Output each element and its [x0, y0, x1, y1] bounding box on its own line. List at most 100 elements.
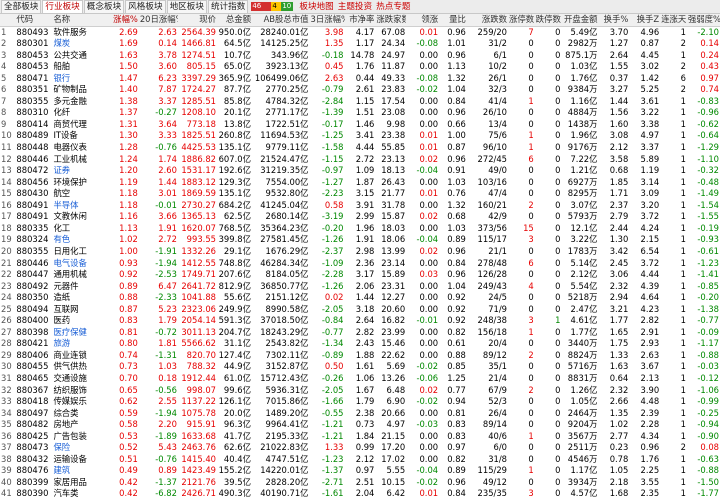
- table-row[interactable]: 37 880473 保险 0.52 5.43 2463.76 62.6亿 21022.83亿 1…: [0, 442, 720, 454]
- table-row[interactable]: 18 880335 化工 1.13 1.91 1620.07 768.5亿 35364.23亿…: [0, 222, 720, 235]
- hot-link-board-map[interactable]: 板块地图: [299, 1, 333, 13]
- table-row[interactable]: 28 880421 旅游 0.80 1.81 5566.62 31.1亿 2543.82亿 -1…: [0, 338, 720, 350]
- table-row[interactable]: 5 880471 银行 1.47 6.23 3397.29 365.9亿 106499.06亿…: [0, 73, 720, 85]
- table-row[interactable]: 40 880399 家居用品 0.42 -1.37 2121.76 39.5亿 2828.20…: [0, 476, 720, 489]
- cell-turnover-z: 5.89: [629, 153, 661, 166]
- cell-up-days: 1: [660, 338, 687, 350]
- table-row[interactable]: 25 880494 互联网 0.87 5.23 2323.06 249.9亿 8990.58亿…: [0, 304, 720, 316]
- cell-row-num: 22: [0, 269, 16, 281]
- table-row[interactable]: 13 880472 证券 1.20 2.60 1531.17 192.6亿 31219.35亿…: [0, 165, 720, 177]
- table-row[interactable]: 36 880425 广告包装 0.53 -1.89 1633.68 41.7亿 2195.33…: [0, 430, 720, 443]
- table-row[interactable]: 7 880355 多元金融 1.38 3.37 1285.51 85.8亿 4784.32亿 -…: [0, 96, 720, 108]
- table-row[interactable]: 33 880418 传媒娱乐 0.62 2.55 1137.22 126.1亿 7015.86…: [0, 396, 720, 408]
- cell-leader: -0.08: [416, 72, 439, 83]
- column-header-pb[interactable]: 市净率: [344, 14, 376, 27]
- column-header-rise-fall[interactable]: 涨跌数: [466, 14, 509, 27]
- cell-market-cap: 15712.43亿: [260, 372, 309, 383]
- table-row[interactable]: 19 880324 有色 1.02 2.72 993.55 399.8亿 27581.45亿 -…: [0, 234, 720, 246]
- tab-all-boards[interactable]: 全部板块: [1, 0, 42, 13]
- tab-industry-boards[interactable]: 行业板块: [42, 0, 83, 13]
- cell-up-days: 1: [660, 430, 687, 443]
- cell-leader: -0.02: [406, 84, 440, 96]
- column-header-limit-down[interactable]: 跌停数: [534, 14, 562, 27]
- table-row[interactable]: 4 880453 船舶 1.50 3.60 805.15 65.0亿 3923.13亿 0.45…: [0, 61, 720, 73]
- cell-change-pct: 1.50: [110, 61, 139, 73]
- cell-strength: -1.29: [697, 142, 719, 153]
- table-row[interactable]: 34 880497 综合类 0.59 -1.94 1075.78 20.0亿 1489.20亿…: [0, 407, 720, 420]
- table-row[interactable]: 24 880350 造纸 0.88 -2.33 1041.88 55.6亿 2151.12亿 0…: [0, 292, 720, 304]
- hot-link-hot-topics[interactable]: 热点专题: [376, 1, 410, 13]
- cell-turnover: 2.94: [598, 292, 630, 304]
- cell-vol-ratio: 0.82: [439, 453, 467, 466]
- cell-vol-ratio: 0.84: [447, 257, 466, 268]
- table-row[interactable]: 8 880310 化纤 1.37 -0.27 1208.10 20.1亿 2771.17亿 -1…: [0, 107, 720, 119]
- table-row[interactable]: 27 880398 医疗保健 0.81 -0.72 3011.13 204.7亿 18243.…: [0, 327, 720, 339]
- table-row[interactable]: 29 880406 商业连锁 0.74 -1.31 820.70 127.4亿 7302.11…: [0, 350, 720, 362]
- cell-price: 1466.81: [177, 38, 217, 50]
- table-row[interactable]: 38 880432 运输设备 0.51 -0.76 1415.40 40.4亿 4747.51…: [0, 453, 720, 466]
- cell-code: 880390: [16, 488, 49, 499]
- table-row[interactable]: 26 880400 医药 0.83 1.79 2054.14 591.3亿 37018.50亿…: [0, 315, 720, 327]
- column-header-change-3d[interactable]: 3日涨幅%: [309, 14, 345, 27]
- tab-region-boards[interactable]: 地区板块: [166, 0, 207, 13]
- table-row[interactable]: 32 880367 纺织服饰 0.65 -0.56 998.07 99.6亿 5936.31亿…: [0, 384, 720, 397]
- column-header-change-20d[interactable]: 20日涨幅%: [138, 14, 178, 27]
- column-header-up-days[interactable]: 连涨天: [660, 14, 687, 27]
- tab-stat-index[interactable]: 统计指数: [207, 0, 249, 13]
- table-row[interactable]: 35 880482 房地产 0.58 2.20 915.91 96.3亿 9964.41亿 -1…: [0, 419, 720, 431]
- cell-up-down-count: 26.43: [375, 176, 407, 189]
- cell-rise-fall: 156/18: [477, 326, 508, 337]
- column-header-change-pct[interactable]: 涨幅%: [110, 14, 139, 27]
- cell-up-down-count: 18.03: [375, 222, 407, 235]
- table-row[interactable]: 31 880465 交通设施 0.70 0.18 1912.44 61.0亿 15712.43…: [0, 373, 720, 385]
- cell-pb: 2.36: [355, 257, 375, 268]
- table-row[interactable]: 21 880446 电气设备 0.93 -1.94 1412.55 748.8亿 46284.…: [0, 257, 720, 269]
- cell-code: 880492: [16, 280, 49, 291]
- cell-leader: 0.02: [406, 245, 440, 258]
- cell-change-3d: -0.18: [321, 49, 344, 60]
- column-header-turnover-z[interactable]: 换手Z: [629, 14, 661, 27]
- table-row[interactable]: 16 880491 半导体 1.18 -0.01 2730.27 684.2亿 41245.0…: [0, 199, 720, 212]
- table-row[interactable]: 10 880489 IT设备 1.30 3.33 1825.51 260.8亿 11694.5…: [0, 130, 720, 143]
- table-row[interactable]: 6 880351 矿物制品 1.40 7.87 1724.27 87.7亿 2770.25亿 -…: [0, 84, 720, 96]
- table-row[interactable]: 23 880492 元器件 0.89 6.47 2641.72 812.9亿 36850.77…: [0, 281, 720, 293]
- tab-style-boards[interactable]: 风格板块: [125, 0, 166, 13]
- column-header-vol-ratio[interactable]: 量比: [439, 14, 467, 27]
- cell-turnover-z: 2.39: [629, 407, 661, 420]
- column-header-strength[interactable]: 强弱度%: [686, 14, 720, 27]
- column-header-market-cap[interactable]: AB股总市值: [251, 14, 310, 27]
- cell-change-3d: -0.17: [321, 118, 344, 129]
- column-header-amount[interactable]: 总金额: [216, 14, 252, 27]
- cell-amount: 684.2亿: [216, 199, 252, 212]
- column-header-leader[interactable]: 领涨: [406, 14, 440, 27]
- table-row[interactable]: 2 880301 煤炭 1.69 0.14 1466.81 64.5亿 14125.25亿 1.…: [0, 38, 720, 50]
- table-row[interactable]: 41 880390 汽车类 0.42 -6.82 2426.71 490.3亿 40190.7…: [0, 488, 720, 500]
- cell-limit-down: 0: [534, 107, 562, 119]
- table-row[interactable]: 17 880491 文教休闲 1.16 3.66 1365.13 62.5亿 2680.14亿…: [0, 211, 720, 223]
- table-row[interactable]: 15 880430 航空 1.18 3.01 1869.59 135.1亿 9532.80亿 -…: [0, 188, 720, 200]
- cell-strength: -0.99: [697, 396, 719, 407]
- table-row[interactable]: 1 880493 软件服务 2.69 2.63 2564.39 950.0亿 28240.01…: [0, 26, 720, 38]
- table-row[interactable]: 9 880414 商贸代理 1.31 3.64 773.18 13.8亿 1722.51亿 -0…: [0, 119, 720, 131]
- column-header-code[interactable]: 代码: [15, 14, 53, 27]
- table-row[interactable]: 11 880448 电器仪表 1.28 -0.76 4425.53 135.1亿 9779.1…: [0, 142, 720, 154]
- table-row[interactable]: 14 880456 环境保护 1.19 1.44 1883.12 129.3亿 7554.00…: [0, 176, 720, 189]
- cell-strength: -1.41: [686, 269, 720, 281]
- column-header-price[interactable]: 现价: [177, 14, 217, 27]
- table-row[interactable]: 12 880446 工业机械 1.24 1.74 1886.82 607.0亿 21524.4…: [0, 153, 720, 166]
- hot-link-theme-invest[interactable]: 主题投资: [338, 1, 372, 13]
- table-row[interactable]: 30 880455 供气供热 0.73 1.03 788.32 44.9亿 3152.87亿 0…: [0, 361, 720, 373]
- column-header-name[interactable]: 名称: [52, 14, 111, 27]
- table-row[interactable]: 22 880447 通用机械 0.92 -2.53 1749.71 207.6亿 8184.0…: [0, 269, 720, 281]
- tab-concept-boards[interactable]: 概念板块: [83, 0, 125, 13]
- table-row[interactable]: 3 880453 公共交通 1.63 3.78 1274.51 10.7亿 343.96亿 -0…: [0, 50, 720, 62]
- table-row[interactable]: 39 880476 建筑 0.49 0.89 1423.49 155.2亿 14220.01亿…: [0, 465, 720, 477]
- column-header-row-num[interactable]: [0, 14, 16, 27]
- column-header-open-amount[interactable]: 开盘金额: [561, 14, 599, 27]
- table-row[interactable]: 20 880355 日用化工 1.00 -1.91 1332.26 29.1亿 1676.29…: [0, 245, 720, 258]
- cell-change-pct: 1.40: [110, 84, 139, 96]
- column-header-up-down-count[interactable]: 涨跌家数: [375, 14, 407, 27]
- cell-name: 运输设备: [52, 453, 111, 466]
- column-header-turnover[interactable]: 换手%: [598, 14, 630, 27]
- column-header-limit-up[interactable]: 涨停数: [508, 14, 535, 27]
